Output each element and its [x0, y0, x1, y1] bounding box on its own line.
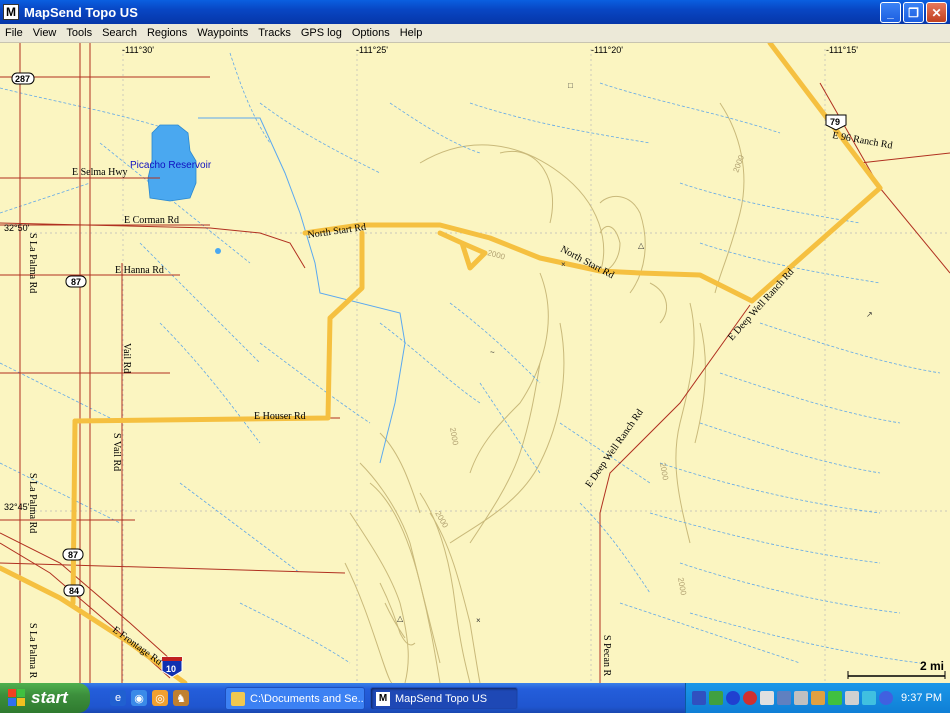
svg-text:2 mi: 2 mi	[920, 659, 944, 673]
road-label-north-start-rd: North Start Rd	[307, 222, 367, 241]
road-label-s-vail-rd: S Vail Rd	[111, 433, 122, 471]
road-label-e-96-ranch-rd: E 96 Ranch Rd	[831, 130, 893, 151]
browser-icon[interactable]: ◉	[131, 690, 147, 706]
latitude-label: 32°50'	[4, 223, 30, 233]
map-view[interactable]: 2000 2000 2000 2000 2000 2000 △ △ × × ~ …	[0, 43, 950, 683]
longitude-label: -111°20'	[591, 45, 623, 55]
media-icon[interactable]: ◎	[152, 690, 168, 706]
route-shield-287: 287	[11, 72, 35, 85]
streams	[0, 52, 941, 664]
local-roads	[0, 43, 950, 683]
road-label-e-corman-rd: E Corman Rd	[124, 215, 179, 226]
svg-text:△: △	[397, 614, 404, 623]
route-shield-79: 79	[825, 114, 847, 131]
contour-label: 2000	[486, 248, 506, 261]
road-label-s-pecan-rd: S Pecan R	[601, 635, 612, 676]
road-label-s-la-palma-rd: S La Palma Rd	[27, 473, 38, 533]
route-shield-84: 84	[63, 584, 85, 597]
menu-regions[interactable]: Regions	[142, 27, 192, 39]
antivirus-icon[interactable]	[743, 691, 757, 705]
svg-text:△: △	[638, 241, 645, 250]
road-label-e-houser-rd: E Houser Rd	[254, 411, 306, 422]
svg-text:↗: ↗	[866, 310, 873, 319]
contour-label: 2000	[433, 510, 450, 530]
sync-icon[interactable]	[777, 691, 791, 705]
menu-tools[interactable]: Tools	[61, 27, 97, 39]
taskbar-item-explorer[interactable]: C:\Documents and Se...	[225, 687, 365, 710]
menu-view[interactable]: View	[28, 27, 62, 39]
display-icon[interactable]	[760, 691, 774, 705]
terrain-markers: △ △ × × ~ □ ↗	[397, 81, 873, 625]
network-icon[interactable]	[692, 691, 706, 705]
signal-icon[interactable]	[828, 691, 842, 705]
svg-text:287: 287	[15, 74, 30, 84]
road-label-e-deep-well-ranch-rd: E Deep Well Ranch Rd	[583, 407, 645, 489]
folder-icon	[231, 691, 245, 706]
bluetooth-icon[interactable]	[879, 691, 893, 705]
reservoir-label: Picacho Reservoir	[130, 160, 212, 171]
contour-label: 2000	[658, 462, 670, 482]
start-label: start	[31, 688, 68, 707]
clock[interactable]: 9:37 PM	[901, 692, 942, 704]
svg-text:79: 79	[830, 117, 840, 127]
svg-text:×: ×	[561, 260, 566, 269]
svg-text:10: 10	[166, 664, 176, 674]
maximize-button[interactable]: ❐	[903, 2, 924, 23]
latitude-label: 32°45'	[4, 502, 30, 512]
app-icon[interactable]: M	[3, 4, 19, 20]
contour-label: 2000	[676, 577, 688, 597]
quick-launch: e ◉ ◎ ♞	[110, 690, 189, 706]
taskbar-item-mapsend[interactable]: M MapSend Topo US	[370, 687, 518, 710]
menu-bar: File View Tools Search Regions Waypoints…	[0, 24, 950, 43]
road-label-s-la-palma-rd: S La Palma R	[27, 623, 38, 679]
menu-tracks[interactable]: Tracks	[253, 27, 296, 39]
svg-text:×: ×	[476, 616, 481, 625]
mapsend-icon: M	[376, 691, 390, 706]
start-button[interactable]: start	[0, 683, 90, 713]
svg-text:□: □	[568, 81, 573, 90]
longitude-label: -111°30'	[122, 45, 154, 55]
window-title: MapSend Topo US	[24, 4, 138, 20]
road-label-vail-rd: Vail Rd	[121, 343, 132, 373]
small-pond	[215, 248, 221, 254]
svg-text:84: 84	[69, 586, 79, 596]
route-shield-87: 87	[65, 275, 87, 288]
connection-icon[interactable]	[811, 691, 825, 705]
road-label-e-hanna-rd: E Hanna Rd	[115, 265, 164, 276]
map-canvas[interactable]: 2000 2000 2000 2000 2000 2000 △ △ × × ~ …	[0, 43, 950, 683]
windows-logo-icon	[8, 689, 26, 707]
computer-icon[interactable]	[845, 691, 859, 705]
scale-bar: 2 mi	[847, 659, 946, 679]
menu-file[interactable]: File	[0, 27, 28, 39]
task-label: C:\Documents and Se...	[250, 692, 365, 705]
menu-gps-log[interactable]: GPS log	[296, 27, 347, 39]
internet-explorer-icon[interactable]: e	[110, 690, 126, 706]
minimize-button[interactable]: _	[880, 2, 901, 23]
messenger-icon[interactable]: ♞	[173, 690, 189, 706]
road-label-e-selma-hwy: E Selma Hwy	[72, 167, 128, 178]
task-label: MapSend Topo US	[395, 692, 488, 705]
svg-text:87: 87	[68, 550, 78, 560]
menu-options[interactable]: Options	[347, 27, 395, 39]
wireless-icon[interactable]	[862, 691, 876, 705]
menu-waypoints[interactable]: Waypoints	[192, 27, 253, 39]
svg-text:87: 87	[71, 277, 81, 287]
menu-search[interactable]: Search	[97, 27, 142, 39]
longitude-label: -111°25'	[356, 45, 388, 55]
monitor-icon[interactable]	[794, 691, 808, 705]
security-icon[interactable]	[709, 691, 723, 705]
title-bar: M MapSend Topo US _ ❐ ✕	[0, 0, 950, 24]
update-icon[interactable]	[726, 691, 740, 705]
contour-lines	[344, 102, 745, 683]
contour-label: 2000	[448, 427, 460, 447]
route-shield-87: 87	[62, 548, 84, 561]
taskbar: start e ◉ ◎ ♞ C:\Documents and Se... M M…	[0, 683, 950, 713]
menu-help[interactable]: Help	[395, 27, 428, 39]
system-tray: 9:37 PM	[685, 683, 950, 713]
longitude-label: -111°15'	[826, 45, 858, 55]
close-button[interactable]: ✕	[926, 2, 947, 23]
svg-text:~: ~	[490, 348, 495, 357]
road-label-s-la-palma-rd: S La Palma Rd	[27, 233, 38, 293]
